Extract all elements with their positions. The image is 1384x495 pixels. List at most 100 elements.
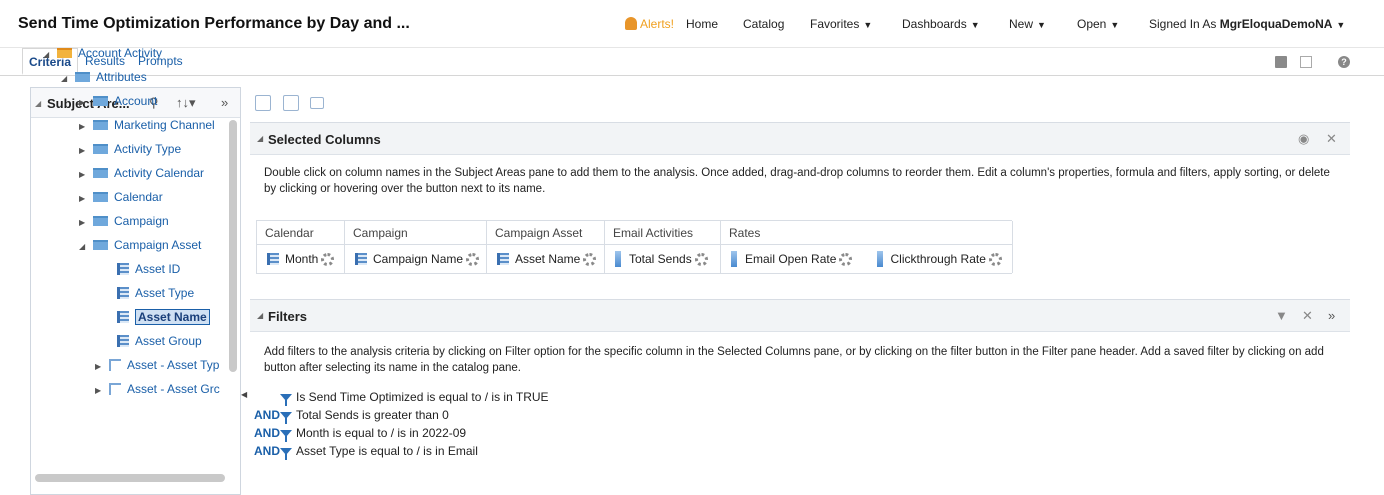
tree-item[interactable]: ▶ Account xyxy=(79,91,157,111)
view-icon[interactable]: ◉ xyxy=(1298,131,1309,147)
remove-filters-icon[interactable]: ✕ xyxy=(1302,308,1313,324)
sql-icon[interactable] xyxy=(310,97,324,109)
column-button[interactable]: Total Sends xyxy=(605,245,720,273)
tree-item[interactable]: ▶ Marketing Channel xyxy=(79,115,215,135)
remove-all-icon[interactable]: ✕ xyxy=(1326,131,1337,147)
column-button[interactable]: Campaign Name xyxy=(345,245,486,273)
tree-item[interactable]: ▶ Activity Calendar xyxy=(79,163,204,183)
filter-connector[interactable]: AND xyxy=(254,424,280,442)
gear-icon[interactable] xyxy=(466,253,480,266)
tree-item[interactable]: Asset ID xyxy=(117,259,180,279)
expand-pane-icon[interactable]: » xyxy=(221,95,228,110)
tree-item-label: Asset Name xyxy=(135,309,210,325)
tree-item-label: Calendar xyxy=(114,190,163,204)
nav-home[interactable]: Home xyxy=(686,17,718,31)
collapsed-icon[interactable]: ▶ xyxy=(79,141,93,161)
column-button[interactable]: Asset Name xyxy=(487,245,604,273)
column-button[interactable]: Email Open Rate xyxy=(721,245,867,273)
horizontal-scrollbar[interactable] xyxy=(35,474,225,482)
tree-item[interactable]: ◢ Account Activity xyxy=(43,43,162,63)
nav-open[interactable]: Open ▼ xyxy=(1077,17,1119,31)
collapsed-icon[interactable]: ▶ xyxy=(79,189,93,209)
collapse-icon[interactable]: ◢ xyxy=(257,134,263,143)
attribute-icon xyxy=(267,253,279,265)
collapse-icon[interactable]: ◢ xyxy=(35,99,41,108)
tree-item[interactable]: ▶ Calendar xyxy=(79,187,163,207)
gear-icon[interactable] xyxy=(694,253,708,266)
save-as-icon[interactable] xyxy=(1300,56,1312,68)
filter-item[interactable]: AND Month is equal to / is in 2022-09 xyxy=(254,424,466,442)
filter-text: Total Sends is greater than 0 xyxy=(296,408,449,422)
tree-item[interactable]: Asset Name xyxy=(117,307,210,327)
filter-icon xyxy=(280,394,292,406)
tree-item[interactable]: ▶ Campaign xyxy=(79,211,169,231)
more-icon[interactable]: » xyxy=(1328,308,1335,323)
column-button-label: Clickthrough Rate xyxy=(890,252,986,266)
tree-item[interactable]: ◢ Campaign Asset xyxy=(79,235,201,255)
add-filter-icon[interactable]: ▼ xyxy=(1275,308,1288,323)
column-icon xyxy=(117,287,129,299)
gear-icon[interactable] xyxy=(583,253,597,266)
filter-connector[interactable]: AND xyxy=(254,406,280,424)
filter-item[interactable]: AND Asset Type is equal to / is in Email xyxy=(254,442,478,460)
collapsed-icon[interactable]: ▶ xyxy=(79,93,93,113)
user-name: MgrEloquaDemoNA xyxy=(1219,17,1333,31)
collapsed-icon[interactable]: ▶ xyxy=(79,165,93,185)
caret-down-icon: ▼ xyxy=(1037,20,1046,30)
collapsed-icon[interactable]: ▶ xyxy=(79,117,93,137)
bell-icon xyxy=(625,17,637,30)
signed-in-prefix: Signed In As xyxy=(1149,17,1217,31)
signed-in-menu[interactable]: Signed In As MgrEloquaDemoNA ▼ xyxy=(1149,17,1345,31)
tree-item-label: Activity Type xyxy=(114,142,182,156)
collapsed-icon[interactable]: ▶ xyxy=(95,381,109,401)
pane-splitter-icon[interactable]: ◀ xyxy=(241,390,247,399)
gear-icon[interactable] xyxy=(839,253,853,266)
nav-open-label: Open xyxy=(1077,17,1107,31)
nav-favorites[interactable]: Favorites ▼ xyxy=(810,17,872,31)
gear-icon[interactable] xyxy=(321,253,335,266)
tree-item[interactable]: Asset Type xyxy=(117,283,194,303)
tree-item[interactable]: Asset Group xyxy=(117,331,202,351)
edit-icon[interactable] xyxy=(283,95,299,111)
expanded-icon[interactable]: ◢ xyxy=(79,237,93,257)
nav-dashboards[interactable]: Dashboards ▼ xyxy=(902,17,980,31)
filter-icon xyxy=(280,430,292,442)
tree-item[interactable]: ▶ Activity Type xyxy=(79,139,181,159)
filter-item[interactable]: AND Total Sends is greater than 0 xyxy=(254,406,449,424)
collapsed-icon[interactable]: ▶ xyxy=(79,213,93,233)
help-icon[interactable]: ? xyxy=(1338,56,1350,68)
column-button[interactable]: Month xyxy=(257,245,344,273)
sort-icon[interactable]: ↑↓▾ xyxy=(176,95,196,111)
filter-item[interactable]: Is Send Time Optimized is equal to / is … xyxy=(254,388,549,406)
save-icon[interactable] xyxy=(1275,56,1287,68)
attribute-icon xyxy=(497,253,509,265)
collapse-icon[interactable]: ◢ xyxy=(257,311,263,320)
filter-connector[interactable]: AND xyxy=(254,442,280,460)
selected-columns-header: ◢ Selected Columns ◉ ✕ xyxy=(250,123,1350,155)
column-group-header: Email Activities xyxy=(605,221,720,245)
column-button-label: Asset Name xyxy=(515,252,581,266)
column-button[interactable]: Clickthrough Rate xyxy=(867,245,1013,273)
filter-list: Is Send Time Optimized is equal to / is … xyxy=(250,388,850,468)
filter-toggle-icon[interactable] xyxy=(255,95,271,111)
column-group-header: Calendar xyxy=(257,221,344,245)
criteria-pane: ◢ Selected Columns ◉ ✕ Double click on c… xyxy=(249,87,1350,495)
gear-icon[interactable] xyxy=(988,253,1002,266)
column-button-label: Month xyxy=(285,252,319,266)
hierarchy-icon xyxy=(109,359,121,371)
tree-item[interactable]: ▶ Asset - Asset Grc xyxy=(95,379,220,399)
alerts-link[interactable]: Alerts! xyxy=(625,17,674,31)
tree-item[interactable]: ◢ Attributes xyxy=(61,67,147,87)
collapsed-icon[interactable]: ▶ xyxy=(95,357,109,377)
expanded-icon[interactable]: ◢ xyxy=(61,69,75,89)
vertical-scrollbar[interactable] xyxy=(229,120,237,372)
column-button-label: Total Sends xyxy=(629,252,692,266)
tree-item-label: Asset ID xyxy=(135,262,181,276)
expanded-icon[interactable]: ◢ xyxy=(43,45,57,65)
nav-new[interactable]: New ▼ xyxy=(1009,17,1046,31)
tree-item[interactable]: ▶ Asset - Asset Typ xyxy=(95,355,219,375)
filter-text: Asset Type is equal to / is in Email xyxy=(296,444,478,458)
tree-item-label: Account Activity xyxy=(78,46,163,60)
measure-icon xyxy=(731,251,737,267)
nav-catalog[interactable]: Catalog xyxy=(743,17,784,31)
